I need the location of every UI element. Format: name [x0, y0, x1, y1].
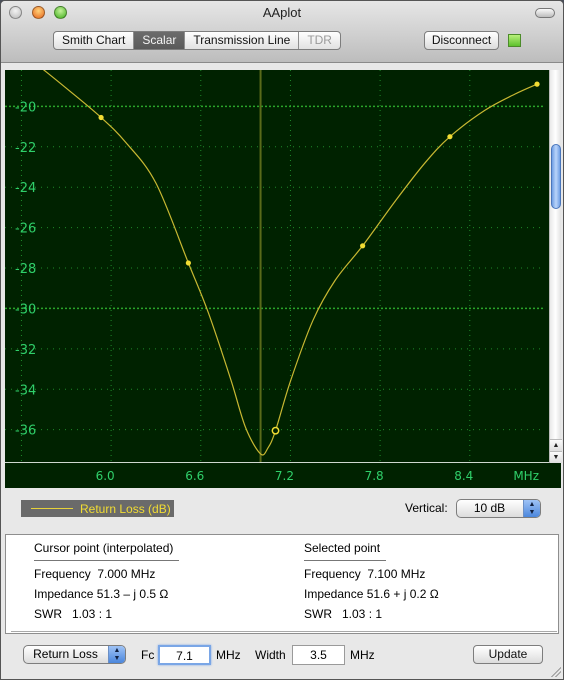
y-tick-label: -28: [15, 262, 36, 277]
fc-unit-label: MHz: [216, 648, 241, 662]
toolbar-toggle-button[interactable]: [535, 8, 555, 18]
center-frequency-input[interactable]: 7.1: [158, 645, 211, 665]
tab-tdr: TDR: [307, 33, 332, 47]
y-tick-label: -20: [15, 100, 36, 115]
selected-point-heading: Selected point: [304, 541, 387, 561]
window-title: AAplot: [262, 5, 302, 20]
view-tabs: Smith Chart Scalar Transmission Line TDR: [53, 31, 341, 50]
fc-label: Fc: [141, 648, 155, 662]
data-point: [360, 243, 366, 249]
y-tick-label: -34: [15, 383, 36, 398]
selected-data-point: [271, 426, 280, 435]
connection-status-indicator: [508, 34, 521, 47]
data-point: [98, 114, 104, 121]
x-axis-unit-label: MHz: [513, 469, 539, 483]
update-button[interactable]: Update: [473, 645, 543, 664]
scrollbar-thumb[interactable]: [551, 144, 561, 209]
select-arrows-icon: ▲ ▼: [108, 646, 125, 663]
cursor-point-heading: Cursor point (interpolated): [34, 541, 180, 561]
measurement-mode-select[interactable]: Return Loss ▲ ▼: [23, 645, 126, 664]
y-tick-label: -24: [15, 181, 36, 196]
chart-scrollbar[interactable]: ▲ ▼: [549, 70, 562, 463]
x-tick-label: 6.6: [185, 469, 204, 483]
x-tick-label: 8.4: [454, 469, 473, 483]
vertical-scale-value: 10 dB: [473, 501, 506, 515]
measurement-mode-value: Return Loss: [33, 647, 98, 661]
legend-line-swatch: [31, 508, 73, 509]
cursor-point-info: Cursor point (interpolated) Frequency 7.…: [34, 541, 180, 621]
x-tick-label: 6.0: [96, 469, 115, 483]
y-tick-label: -26: [15, 222, 36, 237]
selected-swr: SWR 1.03 : 1: [304, 607, 383, 621]
scroll-up-icon[interactable]: ▲: [550, 439, 562, 451]
disconnect-button[interactable]: Disconnect: [424, 31, 499, 50]
scalar-chart[interactable]: -20 -22 -24 -26 -28 -30 -32 -34 -36 6.0 6.6 7.2 7.8 8…: [5, 70, 562, 488]
cursor-frequency: Frequency 7.000 MHz: [34, 567, 156, 581]
data-point: [534, 81, 540, 87]
width-label: Width: [255, 648, 286, 662]
data-point: [185, 260, 191, 266]
chart-legend: Return Loss (dB): [21, 500, 174, 517]
cursor-swr: SWR 1.03 : 1: [34, 607, 113, 621]
y-tick-label: -32: [15, 343, 36, 358]
divider: [11, 631, 557, 632]
title-bar: AAplot Smith Chart Scalar Transmission L…: [1, 1, 563, 63]
aaplot-window: AAplot Smith Chart Scalar Transmission L…: [0, 0, 564, 680]
vertical-scale-label: Vertical:: [405, 501, 448, 515]
tab-transmission-line[interactable]: Transmission Line: [185, 32, 300, 49]
data-point: [447, 134, 453, 140]
cursor-impedance: Impedance 51.3 – j 0.5 Ω: [34, 587, 169, 601]
x-tick-label: 7.8: [365, 469, 384, 483]
select-arrows-icon: ▲ ▼: [523, 500, 540, 517]
return-loss-curve: [42, 70, 538, 456]
legend-label: Return Loss (dB): [80, 501, 171, 516]
resize-grip-icon[interactable]: [551, 667, 561, 677]
tab-scalar[interactable]: Scalar: [134, 32, 186, 49]
sweep-width-input[interactable]: 3.5: [292, 645, 345, 665]
point-info-panel: Cursor point (interpolated) Frequency 7.…: [5, 534, 559, 634]
selected-frequency: Frequency 7.100 MHz: [304, 567, 426, 581]
scroll-down-icon[interactable]: ▼: [550, 451, 562, 463]
y-tick-label: -22: [15, 141, 36, 156]
tab-smith-chart[interactable]: Smith Chart: [54, 32, 135, 49]
width-unit-label: MHz: [350, 648, 375, 662]
chart-svg: -20 -22 -24 -26 -28 -30 -32 -34 -36 6.0 6.6 7.2 7.8 8…: [5, 70, 549, 483]
y-tick-label: -36: [15, 424, 36, 439]
x-tick-label: 7.2: [275, 469, 294, 483]
selected-impedance: Impedance 51.6 + j 0.2 Ω: [304, 587, 439, 601]
selected-point-info: Selected point Frequency 7.100 MHz Imped…: [304, 541, 439, 621]
y-tick-label: -30: [15, 302, 36, 317]
vertical-scale-select[interactable]: 10 dB ▲ ▼: [456, 499, 541, 518]
